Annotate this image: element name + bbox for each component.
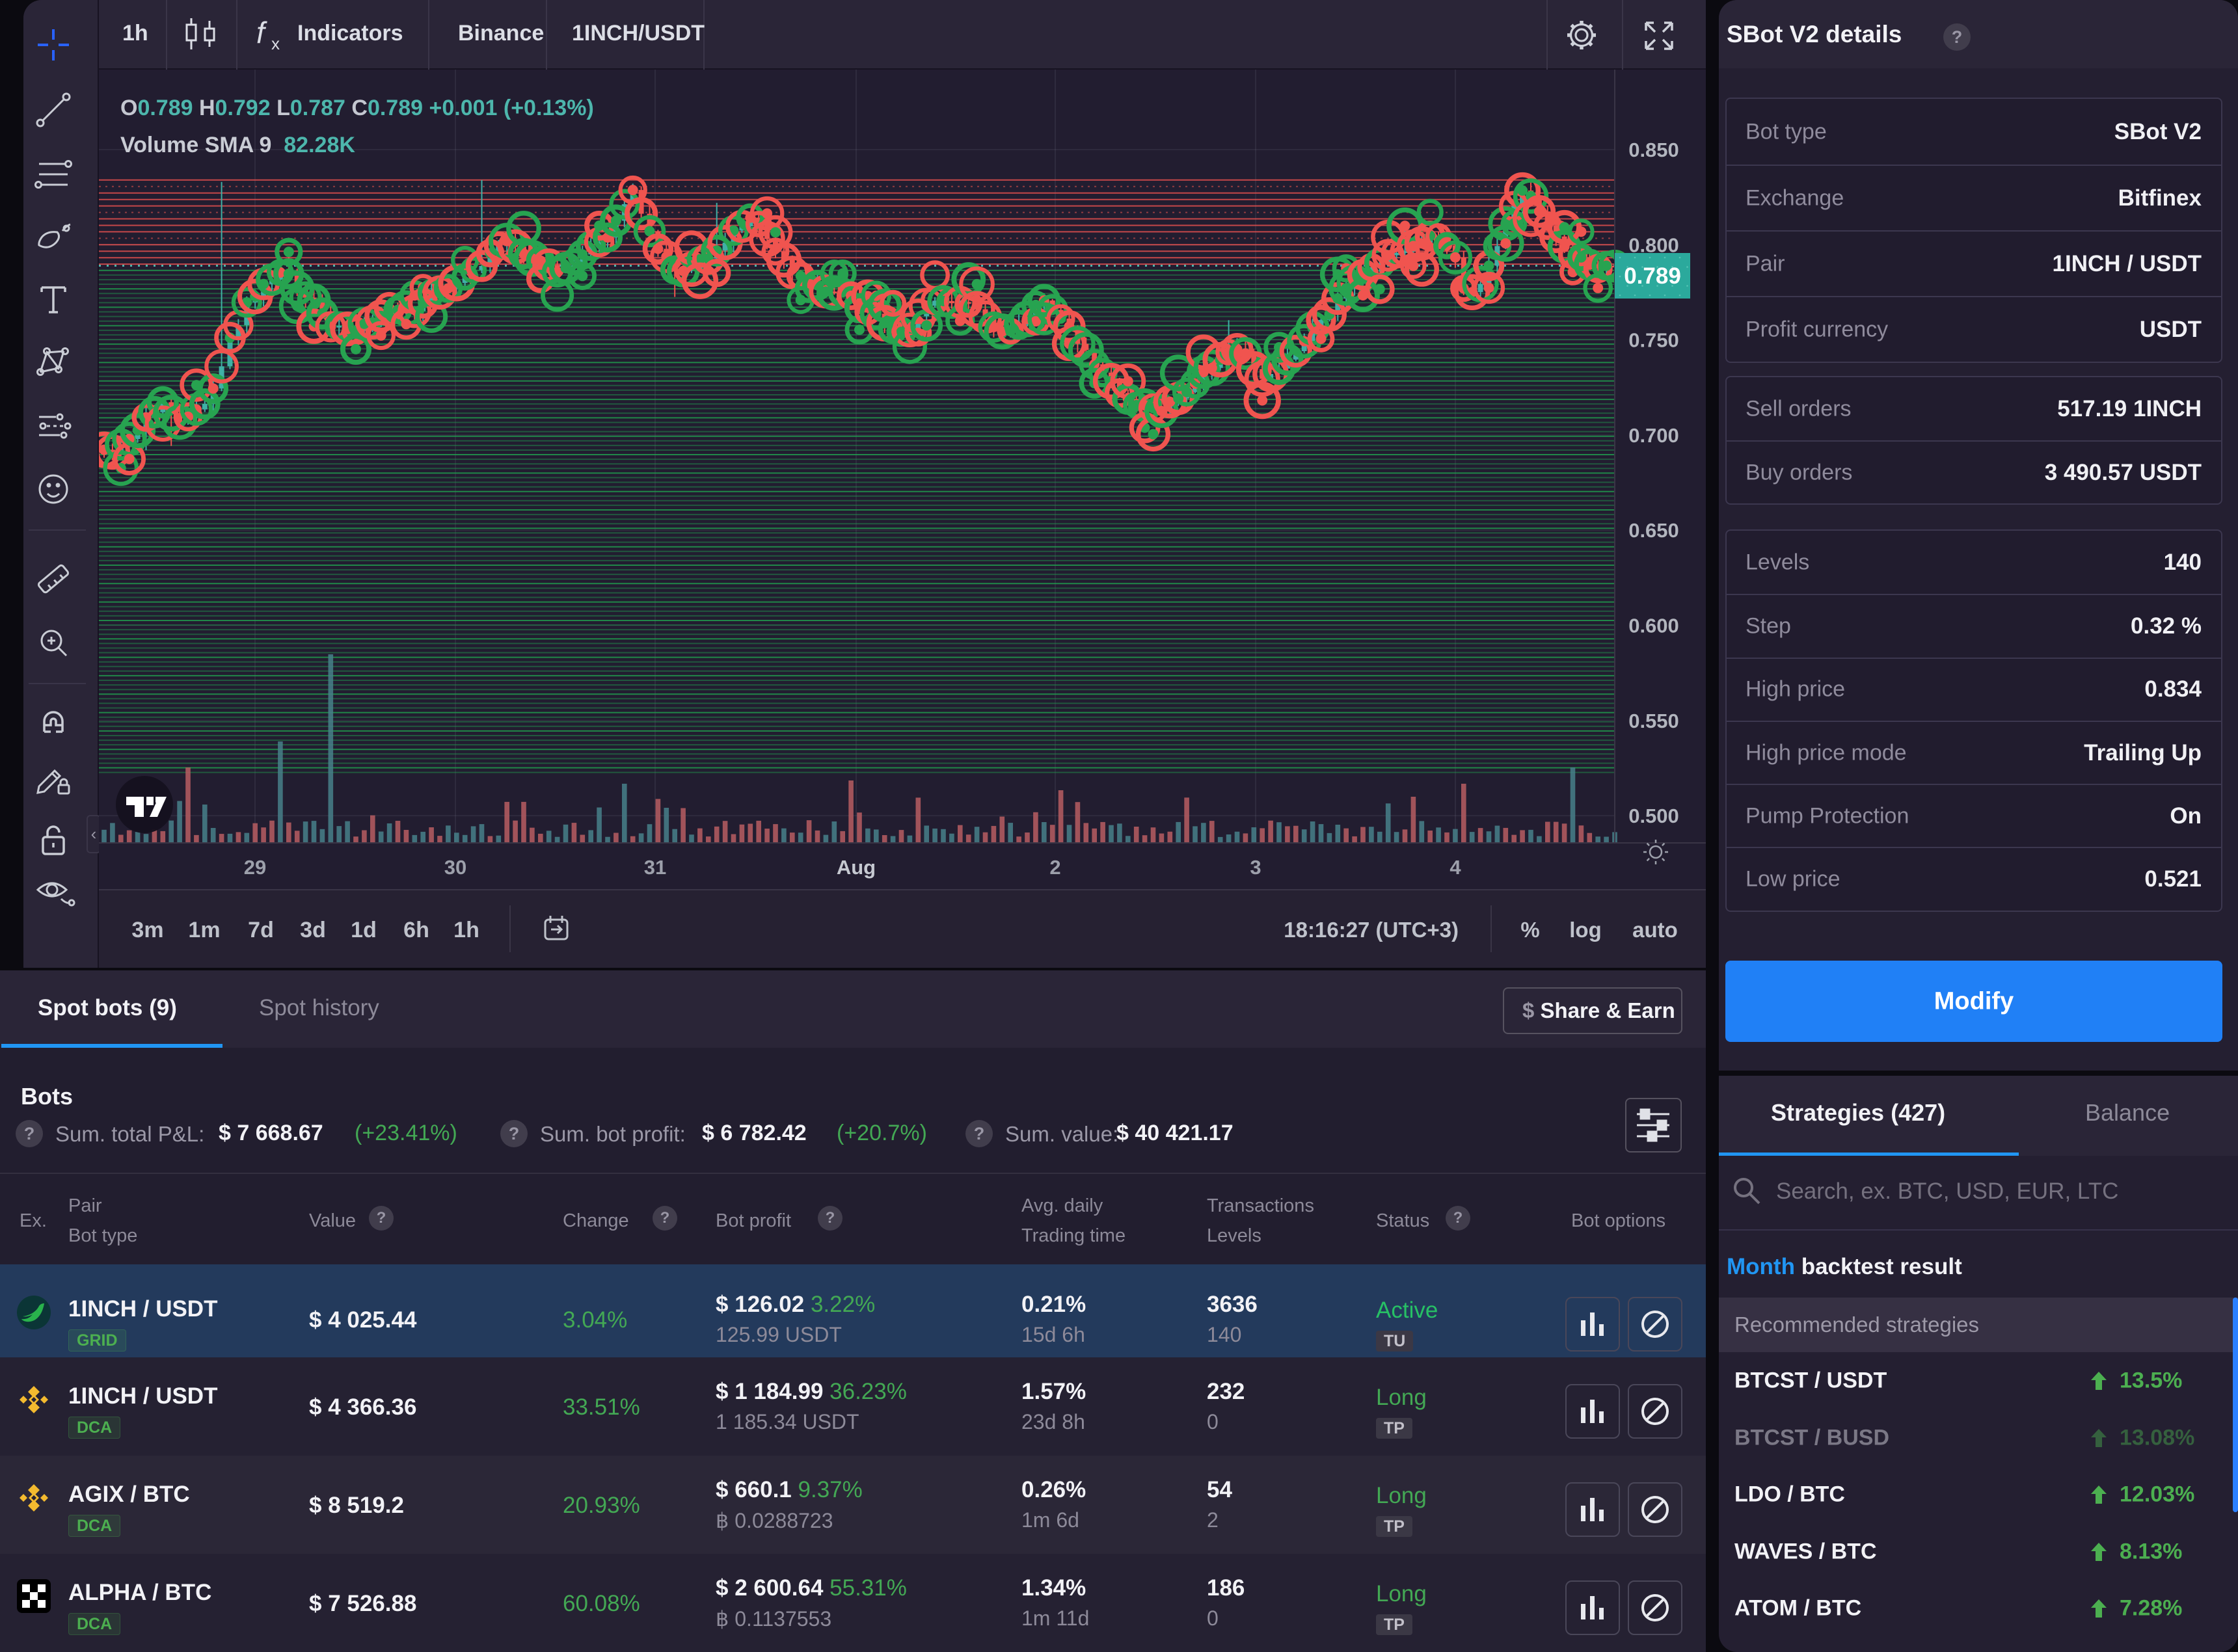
svg-text:1m: 1m — [188, 918, 220, 942]
svg-text:auto: auto — [1632, 918, 1678, 942]
svg-text:31: 31 — [644, 856, 666, 879]
svg-text:1d: 1d — [351, 918, 377, 942]
svg-text:18:16:27 (UTC+3): 18:16:27 (UTC+3) — [1284, 918, 1459, 942]
svg-text:Volume SMA 9 82.28K: Volume SMA 9 82.28K — [120, 133, 355, 157]
svg-text:0.750: 0.750 — [1628, 329, 1679, 352]
svg-text:2: 2 — [1049, 856, 1060, 879]
svg-text:30: 30 — [444, 856, 466, 879]
svg-text:3d: 3d — [300, 918, 326, 942]
svg-text:3m: 3m — [131, 918, 163, 942]
svg-text:log: log — [1569, 918, 1601, 942]
svg-text:O0.789 H0.792 L0.787 C0.789 +0: O0.789 H0.792 L0.787 C0.789 +0.001 (+0.1… — [120, 96, 594, 120]
svg-text:0.600: 0.600 — [1628, 615, 1679, 637]
svg-text:0.700: 0.700 — [1628, 424, 1679, 447]
svg-text:%: % — [1520, 918, 1539, 942]
svg-text:0.789: 0.789 — [1624, 263, 1681, 289]
svg-text:6h: 6h — [403, 918, 429, 942]
svg-text:4: 4 — [1449, 856, 1461, 879]
svg-text:0.550: 0.550 — [1628, 710, 1679, 732]
svg-text:3: 3 — [1250, 856, 1261, 879]
svg-text:0.650: 0.650 — [1628, 519, 1679, 542]
svg-text:29: 29 — [244, 856, 266, 879]
svg-text:f: f — [256, 16, 267, 49]
svg-text:1h: 1h — [453, 918, 479, 942]
svg-text:Aug: Aug — [837, 856, 876, 879]
svg-text:0.850: 0.850 — [1628, 139, 1679, 161]
svg-text:x: x — [271, 34, 280, 53]
svg-text:0.500: 0.500 — [1628, 805, 1679, 827]
svg-text:7d: 7d — [248, 918, 274, 942]
